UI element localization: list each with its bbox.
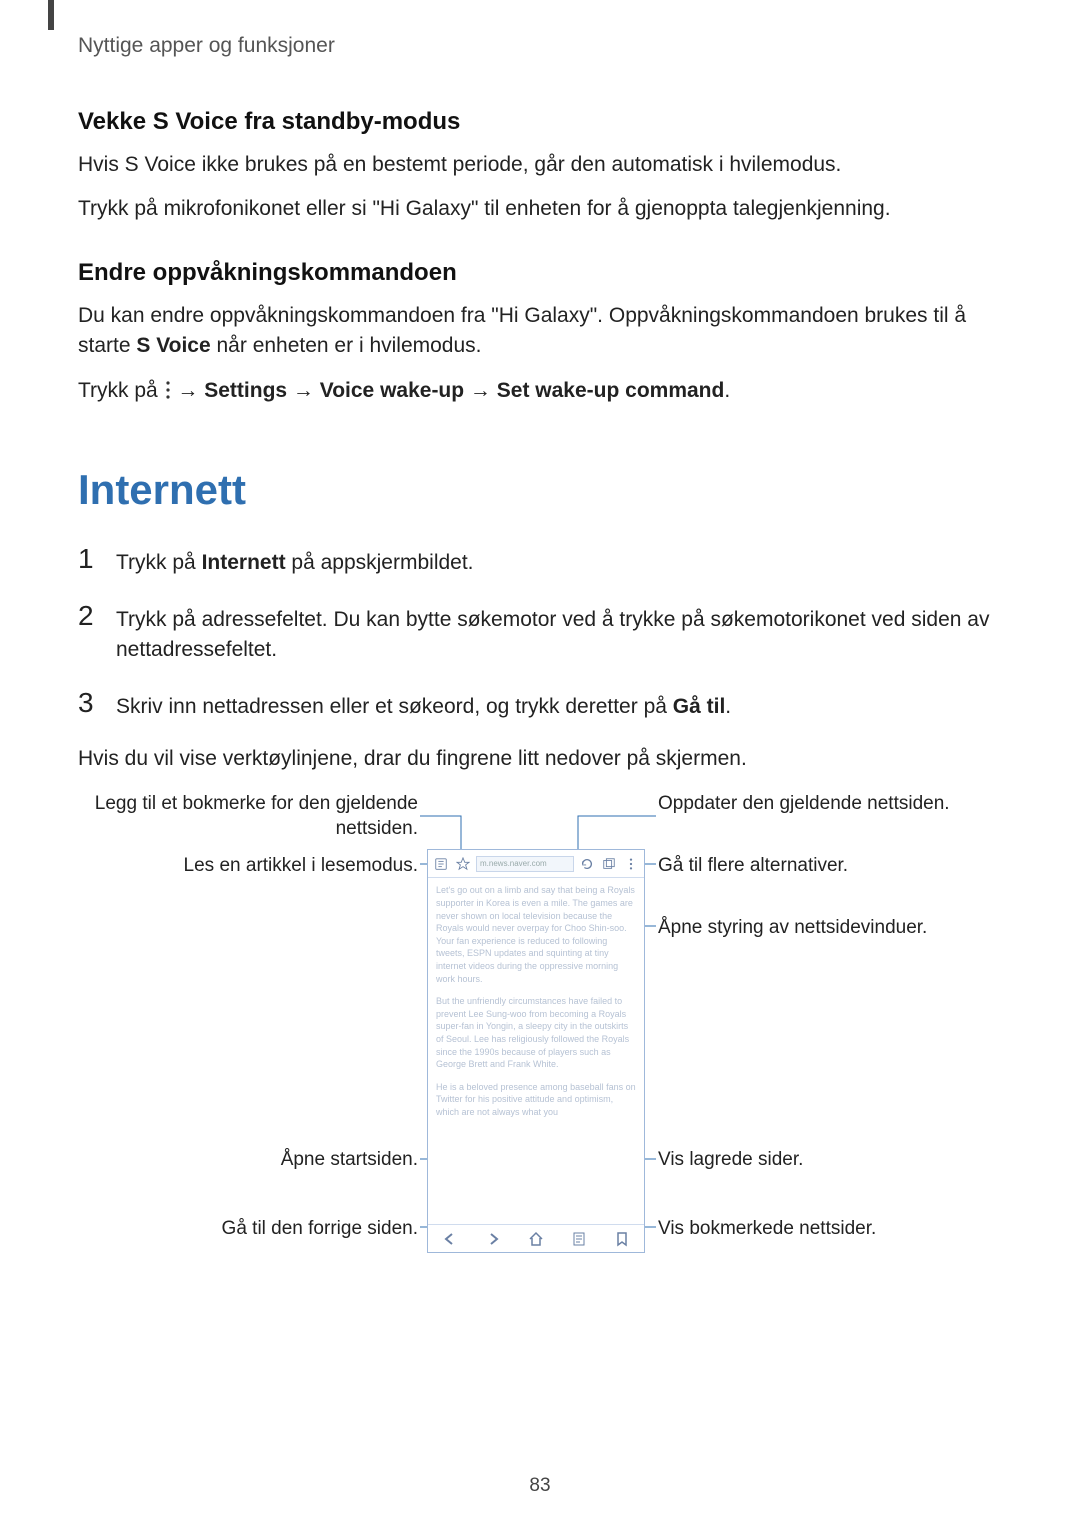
reader-mode-icon xyxy=(432,855,450,873)
callout-go-back: Gå til den forrige siden. xyxy=(78,1217,418,1242)
text-strong: Internett xyxy=(202,551,286,574)
section-heading-svoice-wake: Vekke S Voice fra standby-modus xyxy=(78,108,1008,136)
refresh-icon xyxy=(578,855,596,873)
section-heading-change-wake-command: Endre oppvåkningskommandoen xyxy=(78,259,1008,287)
bookmark-star-icon xyxy=(454,855,472,873)
figure-browser-ui: Legg til et bokmerke for den gjeldende n… xyxy=(78,792,1008,1272)
browser-bottom-toolbar xyxy=(428,1224,644,1252)
browser-page-content: Let's go out on a limb and say that bein… xyxy=(428,878,644,1226)
section-title-internett: Internett xyxy=(78,466,1008,514)
page-number: 83 xyxy=(0,1475,1080,1497)
back-arrow-icon xyxy=(440,1229,460,1249)
callout-refresh: Oppdater den gjeldende nettsiden. xyxy=(658,792,998,817)
text-arrow: → xyxy=(464,379,497,402)
bookmarks-icon xyxy=(612,1229,632,1249)
step-text: Trykk på adressefeltet. Du kan bytte søk… xyxy=(116,601,1008,666)
callout-bookmark-add: Legg til et bokmerke for den gjeldende n… xyxy=(78,792,418,841)
paragraph: Trykk på mikrofonikonet eller si "Hi Gal… xyxy=(78,194,1008,224)
step-item: 3 Skriv inn nettadressen eller et søkeor… xyxy=(78,688,1008,722)
address-bar: m.news.naver.com xyxy=(476,856,574,872)
forward-arrow-icon xyxy=(483,1229,503,1249)
text: Trykk på xyxy=(78,379,164,402)
callout-window-manager: Åpne styring av nettsidevinduer. xyxy=(658,916,998,941)
home-icon xyxy=(526,1229,546,1249)
placeholder-paragraph: He is a beloved presence among baseball … xyxy=(436,1081,636,1119)
running-header: Nyttige apper og funksjoner xyxy=(78,34,1008,58)
more-vertical-icon xyxy=(622,855,640,873)
paragraph: Hvis S Voice ikke brukes på en bestemt p… xyxy=(78,150,1008,180)
step-number: 3 xyxy=(78,688,116,719)
step-text: Skriv inn nettadressen eller et søkeord,… xyxy=(116,688,731,722)
numbered-steps: 1 Trykk på Internett på appskjermbildet.… xyxy=(78,544,1008,722)
text: Skriv inn nettadressen eller et søkeord,… xyxy=(116,695,673,718)
callout-bookmarked-sites: Vis bokmerkede nettsider. xyxy=(658,1217,998,1242)
more-vertical-icon xyxy=(164,379,172,399)
text-strong: Voice wake-up xyxy=(320,379,464,402)
text-strong: Set wake-up command xyxy=(497,379,725,402)
text-strong: Settings xyxy=(204,379,287,402)
browser-top-toolbar: m.news.naver.com xyxy=(428,850,644,878)
windows-icon xyxy=(600,855,618,873)
placeholder-paragraph: Let's go out on a limb and say that bein… xyxy=(436,884,636,985)
callout-more-options: Gå til flere alternativer. xyxy=(658,854,998,879)
text: . xyxy=(725,695,731,718)
step-item: 2 Trykk på adressefeltet. Du kan bytte s… xyxy=(78,601,1008,666)
text: på appskjermbildet. xyxy=(286,551,474,574)
text-arrow: → xyxy=(287,379,320,402)
callout-saved-pages: Vis lagrede sider. xyxy=(658,1148,998,1173)
text-strong: Gå til xyxy=(673,695,726,718)
paragraph: Trykk på → Settings → Voice wake-up → Se… xyxy=(78,376,1008,406)
placeholder-paragraph: But the unfriendly circumstances have fa… xyxy=(436,995,636,1071)
callout-open-home: Åpne startsiden. xyxy=(78,1148,418,1173)
text: . xyxy=(724,379,730,402)
phone-screenshot: m.news.naver.com Let's go out on a limb … xyxy=(427,849,645,1253)
paragraph: Du kan endre oppvåkningskommandoen fra "… xyxy=(78,301,1008,362)
step-text: Trykk på Internett på appskjermbildet. xyxy=(116,544,474,578)
text-strong: S Voice xyxy=(136,334,210,357)
text: Trykk på xyxy=(116,551,202,574)
margin-tab-mark xyxy=(48,0,54,30)
paragraph: Hvis du vil vise verktøylinjene, drar du… xyxy=(78,744,1008,774)
step-number: 2 xyxy=(78,601,116,632)
step-item: 1 Trykk på Internett på appskjermbildet. xyxy=(78,544,1008,578)
text: når enheten er i hvilemodus. xyxy=(211,334,482,357)
text-arrow: → xyxy=(172,379,205,402)
callout-reader-mode: Les en artikkel i lesemodus. xyxy=(78,854,418,879)
saved-pages-icon xyxy=(569,1229,589,1249)
step-number: 1 xyxy=(78,544,116,575)
